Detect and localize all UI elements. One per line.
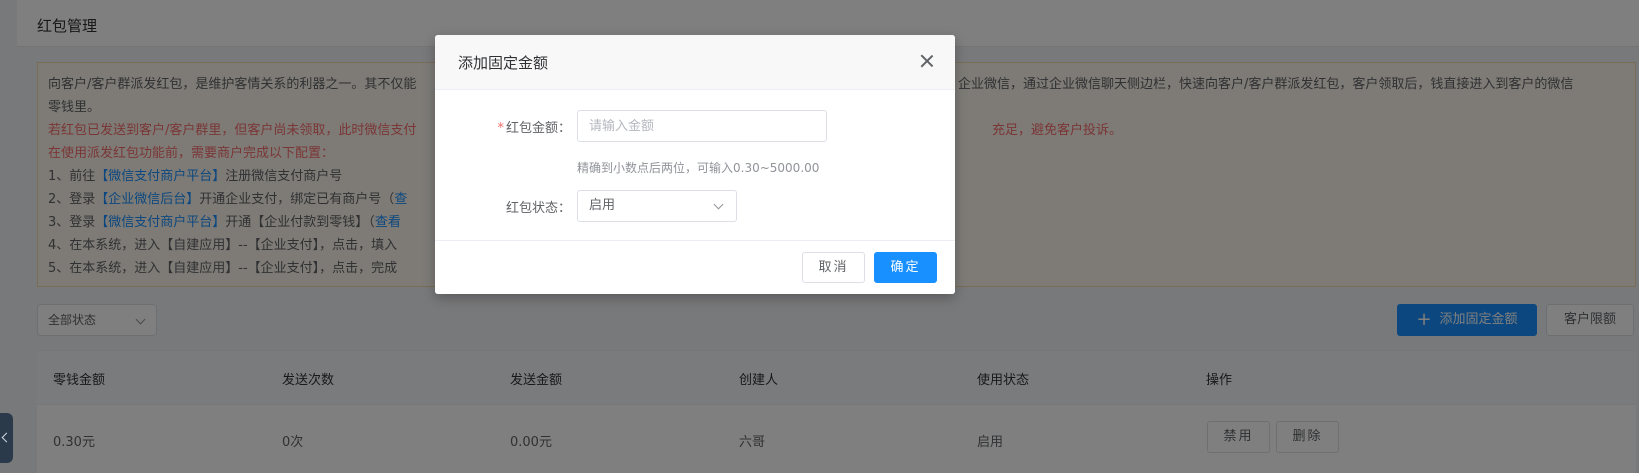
amount-input[interactable] — [577, 110, 827, 142]
dialog-title: 添加固定金额 — [458, 54, 549, 72]
amount-label: * 红包金额： — [497, 121, 571, 136]
close-icon[interactable] — [919, 53, 935, 69]
chevron-down-icon — [713, 199, 724, 210]
status-select-value: 启用 — [589, 198, 616, 213]
confirm-button[interactable]: 确定 — [874, 252, 937, 283]
dialog-footer: 取消 确定 — [435, 240, 955, 294]
cancel-button[interactable]: 取消 — [802, 252, 865, 283]
status-select[interactable]: 启用 — [577, 190, 737, 222]
sidebar-toggle[interactable] — [0, 413, 13, 463]
chevron-left-icon — [1, 432, 12, 443]
dialog-header: 添加固定金额 — [435, 35, 955, 90]
required-mark: * — [497, 121, 504, 136]
status-label: 红包状态： — [505, 201, 571, 216]
add-fixed-amount-dialog: 添加固定金额 *红包金额： 精确到小数点后两位，可输入0.30~5000.00 … — [435, 35, 955, 294]
amount-hint: 精确到小数点后两位，可输入0.30~5000.00 — [577, 161, 820, 175]
